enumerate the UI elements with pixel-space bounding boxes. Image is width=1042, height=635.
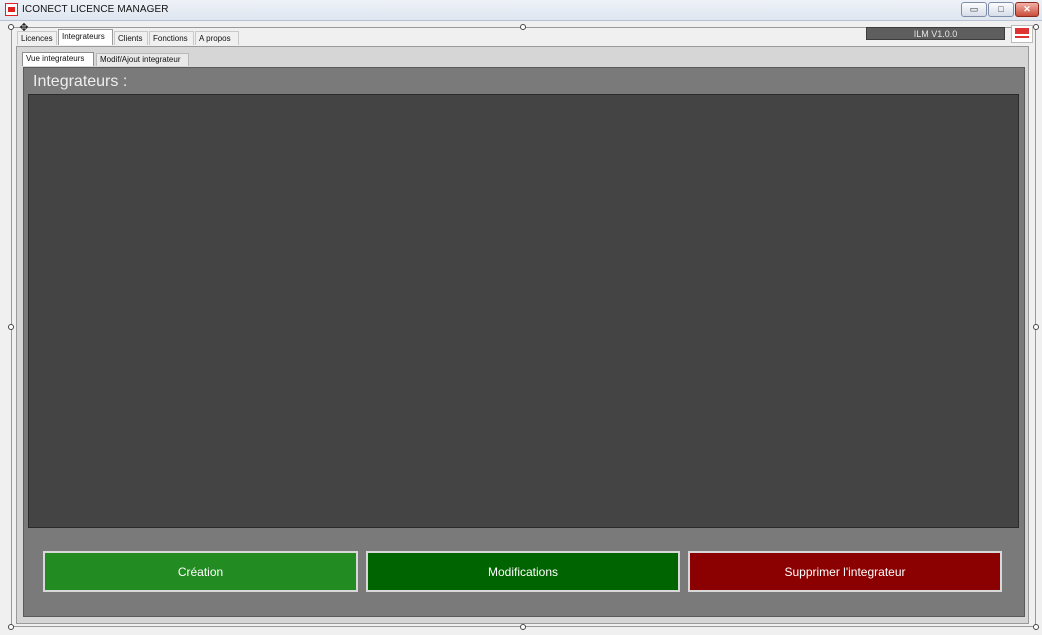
tab-clients[interactable]: Clients [114,31,148,45]
tab-licences[interactable]: Licences [17,31,57,45]
modify-button[interactable]: Modifications [366,551,680,592]
resize-handle-bottom-left[interactable] [8,624,14,630]
close-button[interactable]: ✕ [1015,2,1039,17]
resize-handle-bottom-right[interactable] [1033,624,1039,630]
resize-handle-top[interactable] [520,24,526,30]
window-titlebar: ICONECT LICENCE MANAGER ▭ □ ✕ [0,0,1042,21]
resize-handle-top-left[interactable] [8,24,14,30]
maximize-button[interactable]: □ [988,2,1014,17]
window-title: ICONECT LICENCE MANAGER [22,4,169,15]
resize-handle-bottom[interactable] [520,624,526,630]
delete-integrator-button[interactable]: Supprimer l'integrateur [688,551,1002,592]
tab-integrateurs[interactable]: Integrateurs [58,29,113,45]
subtab-modif-ajout-integrateur[interactable]: Modif/Ajout integrateur [96,53,189,66]
integrateurs-grid[interactable] [28,94,1019,528]
resize-handle-right[interactable] [1033,324,1039,330]
minimize-button[interactable]: ▭ [961,2,987,17]
brand-logo-icon [1011,25,1033,43]
resize-handle-top-right[interactable] [1033,24,1039,30]
app-logo-icon [5,3,18,16]
tab-a-propos[interactable]: A propos [195,31,239,45]
resize-handle-left[interactable] [8,324,14,330]
create-button[interactable]: Création [43,551,358,592]
panel-title: Integrateurs : [33,73,128,90]
subtab-vue-integrateurs[interactable]: Vue integrateurs [22,52,94,66]
version-label: ILM V1.0.0 [866,27,1005,40]
tab-fonctions[interactable]: Fonctions [149,31,194,45]
